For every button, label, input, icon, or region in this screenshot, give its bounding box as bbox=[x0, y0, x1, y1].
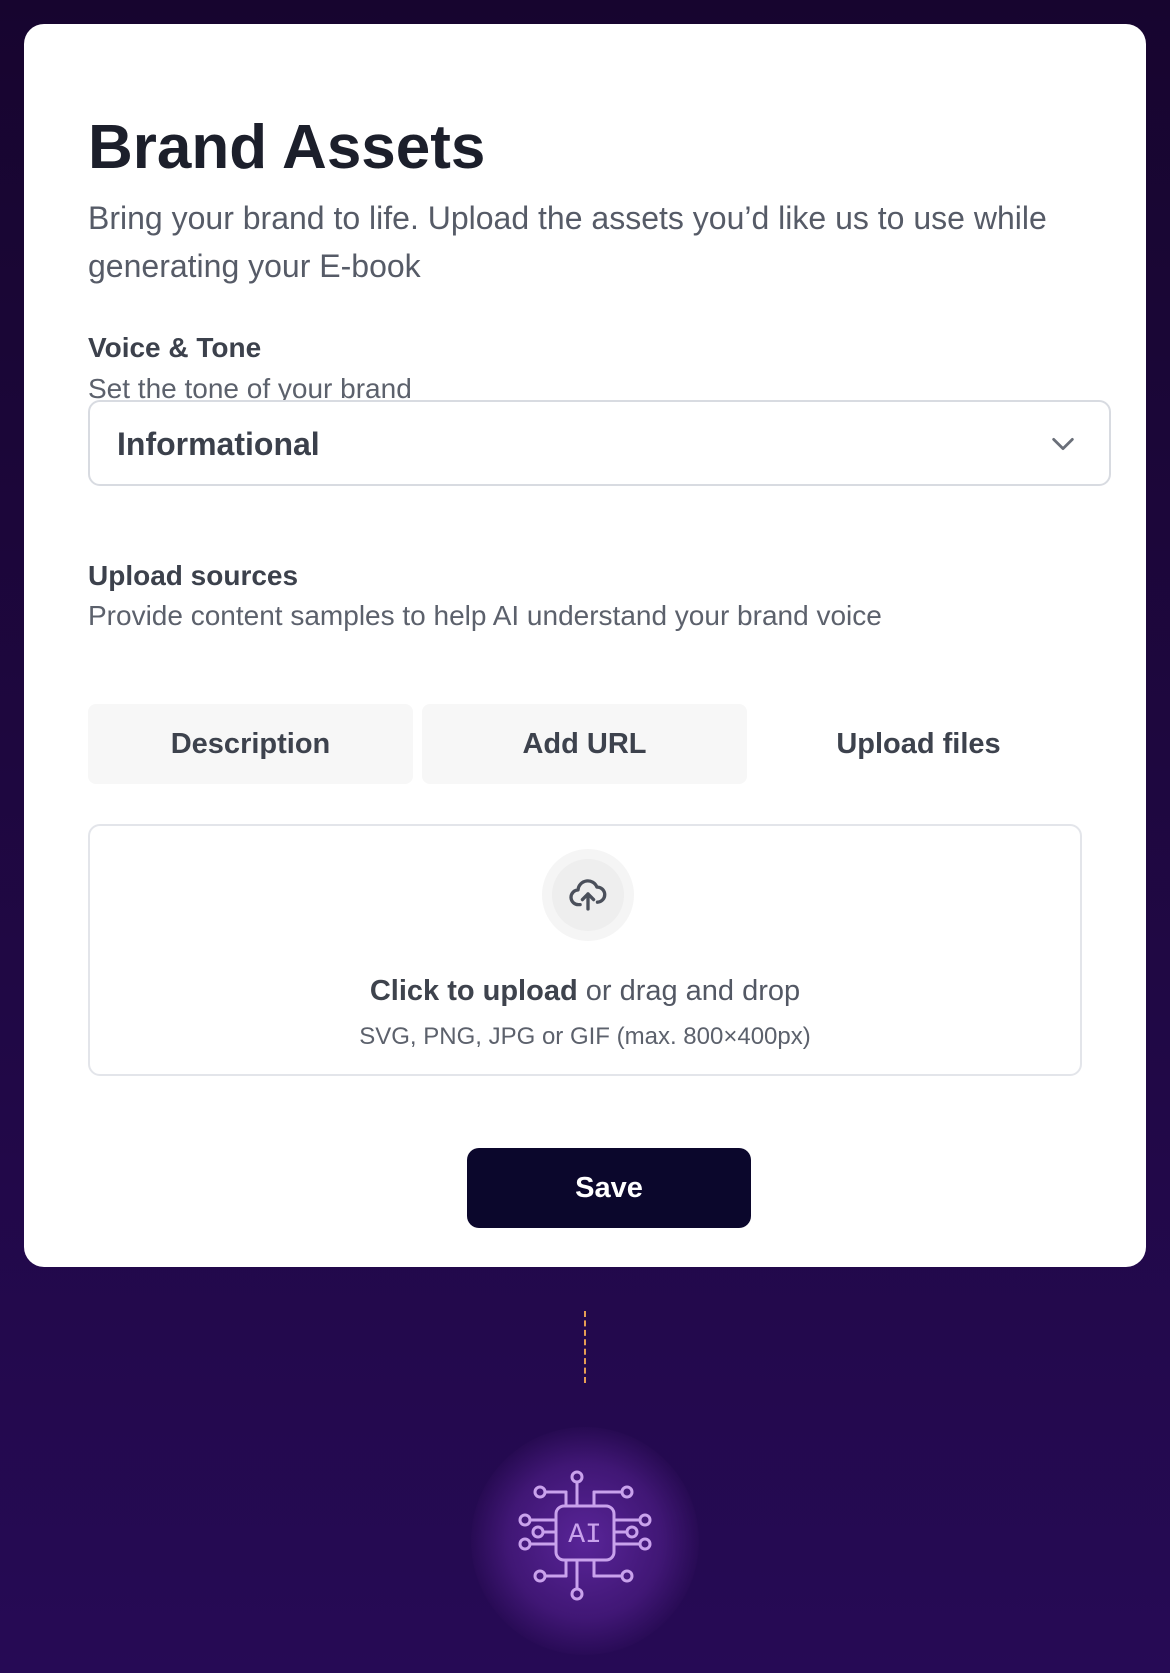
tab-description-label: Description bbox=[170, 727, 331, 760]
tab-description[interactable]: Description bbox=[88, 704, 413, 784]
click-to-upload-link[interactable]: Click to upload bbox=[370, 975, 578, 1007]
tab-add-url[interactable]: Add URL bbox=[422, 704, 747, 784]
ai-chip-label: AI bbox=[568, 1520, 602, 1551]
upload-sources-help: Provide content samples to help AI under… bbox=[88, 600, 882, 631]
save-button[interactable]: Save bbox=[467, 1148, 751, 1228]
upload-source-tabs: Description Add URL Upload files bbox=[88, 704, 1088, 784]
page-subtitle: Bring your brand to life. Upload the ass… bbox=[88, 200, 1047, 284]
drag-drop-text: or drag and drop bbox=[577, 975, 801, 1007]
upload-instructions: Click to upload or drag and drop bbox=[90, 974, 1080, 1008]
dashed-connector-line bbox=[584, 1311, 586, 1383]
upload-sources-label: Upload sources bbox=[88, 560, 299, 591]
voice-tone-selected-value: Informational bbox=[117, 426, 320, 462]
upload-file-types: SVG, PNG, JPG or GIF (max. 800×400px) bbox=[359, 1023, 811, 1050]
voice-tone-label: Voice & Tone bbox=[88, 332, 262, 363]
file-dropzone[interactable]: Click to upload or drag and drop SVG, PN… bbox=[88, 824, 1082, 1076]
voice-tone-select[interactable]: Informational bbox=[88, 400, 1111, 486]
page-title: Brand Assets bbox=[88, 113, 486, 182]
upload-icon-badge bbox=[542, 849, 634, 941]
upload-cloud-icon bbox=[569, 879, 607, 911]
chevron-down-icon bbox=[1052, 437, 1074, 451]
upload-icon-inner bbox=[552, 859, 624, 931]
tab-add-url-label: Add URL bbox=[522, 727, 647, 760]
brand-assets-card: Brand Assets Bring your brand to life. U… bbox=[24, 24, 1146, 1267]
tab-upload-files[interactable]: Upload files bbox=[756, 704, 1081, 784]
ai-chip-icon: AI bbox=[518, 1470, 652, 1601]
tab-upload-files-label: Upload files bbox=[836, 727, 1001, 760]
